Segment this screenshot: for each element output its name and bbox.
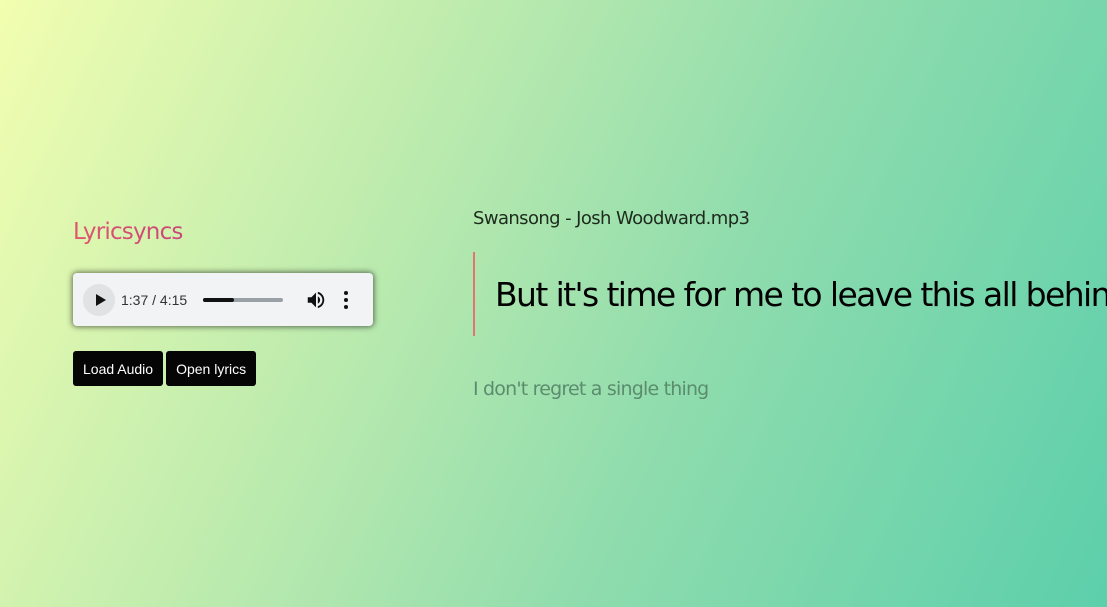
- open-lyrics-button[interactable]: Open lyrics: [166, 351, 257, 386]
- audio-player[interactable]: 1:37 / 4:15: [73, 273, 373, 326]
- current-lyric-line: But it's time for me to leave this all b…: [495, 274, 1107, 314]
- volume-icon[interactable]: [305, 289, 327, 311]
- seek-bar[interactable]: [203, 297, 284, 302]
- seek-progress: [203, 297, 234, 302]
- time-display: 1:37 / 4:15: [121, 291, 188, 308]
- play-icon: [95, 293, 106, 306]
- more-vertical-icon[interactable]: [341, 289, 351, 311]
- track-filename: Swansong - Josh Woodward.mp3: [473, 208, 750, 229]
- next-lyric-line: I don't regret a single thing: [473, 378, 709, 400]
- play-button[interactable]: [83, 283, 115, 316]
- load-audio-button[interactable]: Load Audio: [73, 351, 164, 386]
- app-title: Lyricsyncs: [73, 219, 183, 245]
- current-lyric-block: But it's time for me to leave this all b…: [473, 252, 1107, 336]
